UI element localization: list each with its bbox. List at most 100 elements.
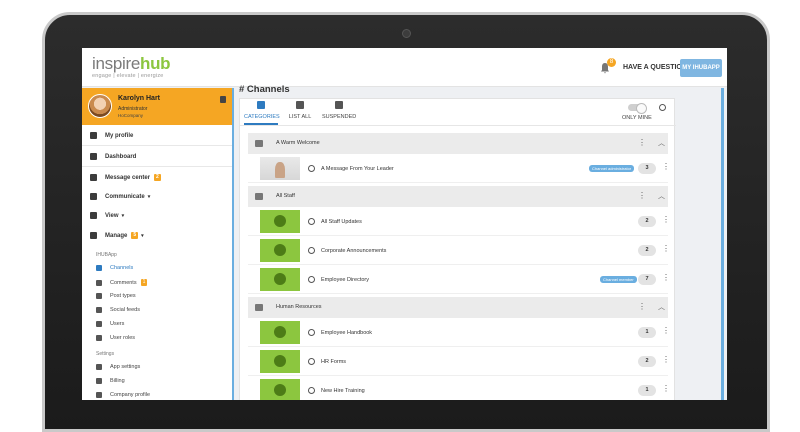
sub-item-company-profile[interactable]: Company profile <box>96 392 150 398</box>
notification-badge: 8 <box>607 58 616 67</box>
nav-my-profile[interactable]: My profile <box>90 132 133 139</box>
thumbs-down-icon <box>335 101 343 109</box>
mail-icon <box>90 174 97 181</box>
inspirehub-logo[interactable]: inspirehub engage | elevate | energize <box>92 54 171 79</box>
globe-icon <box>308 165 315 172</box>
more-vert-icon[interactable]: ⋮ <box>662 273 670 282</box>
only-mine-label: ONLY MINE <box>622 115 652 121</box>
sub-item-social-feeds[interactable]: Social feeds <box>96 307 140 313</box>
sub-item-app-settings[interactable]: App settings <box>96 364 140 370</box>
nav-message-center[interactable]: Message center 2 <box>90 174 161 181</box>
gear-icon <box>90 232 97 239</box>
top-bar: inspirehub engage | elevate | energize 8… <box>82 48 727 87</box>
scrollbar[interactable] <box>721 88 724 400</box>
channel-row[interactable]: Employee Directory Channel member 7 ⋮ <box>248 266 670 294</box>
channel-count: 2 <box>638 245 656 256</box>
comment-icon <box>96 279 102 286</box>
chevron-up-icon[interactable]: ︿ <box>658 138 665 148</box>
profile-role: Administrator <box>118 106 148 112</box>
hash-icon <box>96 265 102 271</box>
profile-card[interactable]: Karolyn Hart Administrator HoCompany <box>82 88 232 125</box>
channel-row[interactable]: Employee Handbook 1 ⋮ <box>248 319 670 347</box>
sub-item-post-types[interactable]: Post types <box>96 293 136 299</box>
lock-icon[interactable] <box>220 96 226 103</box>
more-vert-icon[interactable]: ⋮ <box>662 326 670 335</box>
globe-icon <box>308 247 315 254</box>
channel-count: 1 <box>638 385 656 396</box>
category-row[interactable]: A Warm Welcome ⋮ ︿ <box>248 133 668 154</box>
sub-item-users[interactable]: Users <box>96 321 124 327</box>
more-vert-icon[interactable]: ⋮ <box>638 191 646 200</box>
globe-icon <box>308 387 315 394</box>
globe-icon <box>308 329 315 336</box>
globe-icon <box>308 358 315 365</box>
channel-row[interactable]: Corporate Announcements 2 ⋮ <box>248 237 670 265</box>
sub-item-user-roles[interactable]: User roles <box>96 335 135 341</box>
channel-row[interactable]: New Hire Training 1 ⋮ <box>248 377 670 400</box>
channel-thumbnail <box>260 350 300 373</box>
sub-item-billing[interactable]: Billing <box>96 378 125 384</box>
camera <box>402 29 411 38</box>
ihubapp-heading: IHUBApp <box>96 252 117 258</box>
channel-row[interactable]: HR Forms 2 ⋮ <box>248 348 670 376</box>
tab-suspended[interactable]: SUSPENDED <box>322 101 356 120</box>
chevron-up-icon[interactable]: ︿ <box>658 191 665 201</box>
category-tree-icon <box>255 304 263 311</box>
dashboard-icon <box>90 153 97 160</box>
channel-count: 3 <box>638 163 656 174</box>
page-title: # Channels <box>239 84 290 95</box>
channel-role-tag: Channel administrator <box>589 165 635 172</box>
more-vert-icon[interactable]: ⋮ <box>662 355 670 364</box>
only-mine-toggle[interactable] <box>628 103 647 114</box>
channel-thumbnail <box>260 321 300 344</box>
more-vert-icon[interactable]: ⋮ <box>662 244 670 253</box>
channel-thumbnail <box>260 157 300 180</box>
divider <box>82 145 232 146</box>
post-icon <box>96 293 102 299</box>
sub-item-channels[interactable]: Channels <box>96 265 133 271</box>
channel-row[interactable]: A Message From Your Leader Channel admin… <box>248 155 670 183</box>
category-row[interactable]: Human Resources ⋮ ︿ <box>248 297 668 318</box>
my-ihubapp-button[interactable]: MY IHUBAPP <box>680 59 722 77</box>
sub-item-comments[interactable]: Comments 1 <box>96 279 148 286</box>
channel-row[interactable]: All Staff Updates 2 ⋮ <box>248 208 670 236</box>
category-row[interactable]: All Staff ⋮ ︿ <box>248 186 668 207</box>
phone-icon <box>96 364 102 370</box>
channel-count: 7 <box>638 274 656 285</box>
profile-icon <box>90 132 97 139</box>
tab-categories[interactable]: CATEGORIES <box>244 101 280 125</box>
tab-bar: CATEGORIES LIST ALL SUSPENDED ONLY MINE <box>240 99 676 126</box>
nav-manage[interactable]: Manage 5 ▾ <box>90 232 144 239</box>
divider <box>82 166 232 167</box>
channel-thumbnail <box>260 379 300 400</box>
channels-panel: CATEGORIES LIST ALL SUSPENDED ONLY MINE … <box>239 98 676 400</box>
caret-down-icon: ▾ <box>141 232 144 239</box>
more-vert-icon[interactable]: ⋮ <box>638 138 646 147</box>
settings-heading: Settings <box>96 351 115 357</box>
manage-badge: 5 <box>131 232 139 239</box>
more-vert-icon[interactable]: ⋮ <box>662 215 670 224</box>
nav-communicate[interactable]: Communicate ▾ <box>90 193 150 200</box>
key-icon <box>96 335 102 341</box>
more-vert-icon[interactable]: ⋮ <box>638 302 646 311</box>
more-vert-icon[interactable]: ⋮ <box>662 162 670 171</box>
chart-icon <box>90 212 97 219</box>
app-screen: inspirehub engage | elevate | energize 8… <box>82 48 727 400</box>
channel-count: 2 <box>638 356 656 367</box>
tab-list-all[interactable]: LIST ALL <box>287 101 313 120</box>
search-icon[interactable] <box>659 104 666 111</box>
chevron-up-icon[interactable]: ︿ <box>658 302 665 312</box>
more-vert-icon[interactable]: ⋮ <box>662 384 670 393</box>
nav-dashboard[interactable]: Dashboard <box>90 153 136 160</box>
comments-badge: 1 <box>140 279 148 286</box>
social-icon <box>96 307 102 313</box>
company-icon <box>96 392 102 398</box>
globe-icon <box>308 218 315 225</box>
channel-thumbnail <box>260 210 300 233</box>
users-icon <box>96 321 102 327</box>
channel-count: 2 <box>638 216 656 227</box>
channel-thumbnail <box>260 239 300 262</box>
profile-company: HoCompany <box>118 113 144 118</box>
nav-view[interactable]: View ▾ <box>90 212 124 219</box>
avatar[interactable] <box>88 94 112 118</box>
